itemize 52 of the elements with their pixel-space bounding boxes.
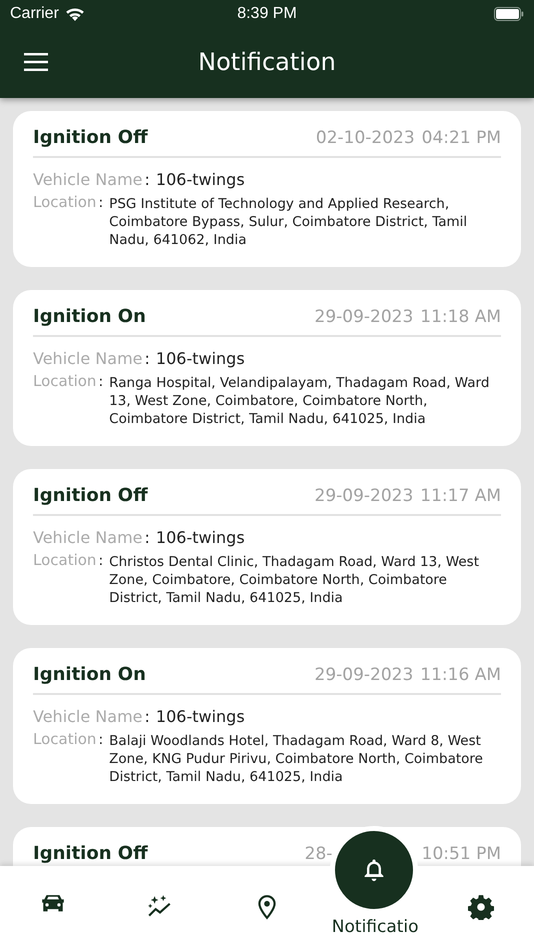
colon: : [144,707,150,726]
event-title: Ignition Off [33,843,148,864]
settings-icon [468,894,494,920]
field-label: Location [33,551,96,569]
event-title: Ignition On [33,664,146,685]
field-label: Vehicle Name [33,707,143,726]
date-text: 29-09-2023 [314,486,414,506]
event-title: Ignition Off [33,485,148,506]
menu-icon[interactable] [24,53,48,71]
field-label: Location [33,372,96,390]
field-label: Vehicle Name [33,170,143,189]
time-text: 11:18 AM [420,306,501,326]
wifi-icon [64,6,85,22]
notification-card[interactable] [13,469,521,625]
location-address: Christos Dental Clinic, Thadagam Road, Ward 13, West Zone, Coimbatore, Coimbatore North, Coimbatore District, Tamil Nadu, 641025, India [109,553,480,607]
event-title: Ignition Off [33,127,148,148]
location-address: PSG Institute of Technology and Applied Research, Coimbatore Bypass, Sulur, Coimbatore District, Tamil Nadu, 641062, India [109,195,468,249]
location-address: Balaji Woodlands Hotel, Thadagam Road, Ward 8, West Zone, KNG Pudur Pirivu, Coimbatore North, Coimbatore District, Tamil Nadu, 641025, India [109,732,484,786]
vehicle-name: 106-twings [156,528,245,547]
colon: : [144,528,150,547]
colon: : [98,374,104,390]
notification-card[interactable] [13,290,521,446]
screen-title: Notification [198,48,336,76]
date-text: 29-09-2023 [314,664,414,684]
time-text: 11:17 AM [420,486,501,506]
event-title: Ignition On [33,306,146,327]
time-text: 11:16 AM [420,664,501,684]
colon: : [144,349,150,368]
field-label: Location [33,730,96,748]
colon: : [98,553,104,569]
field-label: Location [33,193,96,211]
field-label: Vehicle Name [33,349,143,368]
colon: : [98,732,104,748]
vehicle-name: 106-twings [156,707,245,726]
battery-icon [494,7,524,21]
time-text: 04:21 PM [422,128,501,148]
carrier-label: Carrier [10,5,59,23]
time-text: 10:51 PM [422,844,501,864]
notification-card[interactable]: Ignition Off 02-10-2023 04:21 PM Vehicle Name: 106-twings Location: PSG Institute of Technology and Applied Research, Coimbatore Bypass, Sulur, Coimbatore District, Tamil Nadu, 641062, India [13,111,521,267]
vehicle-name: 106-twings [156,349,245,368]
date-text: 29-09-2023 [314,306,414,326]
date-text: 28- [304,844,334,864]
tab-button[interactable] [468,894,494,920]
date-text: 02-10-2023 [316,128,415,148]
notification-card[interactable] [13,648,521,804]
tab-label: Notificatio [332,917,418,937]
colon: : [144,170,150,189]
field-label: Vehicle Name [33,528,143,547]
vehicle-name: 106-twings [156,170,245,189]
clock: 8:39 PM [237,5,297,23]
colon: : [98,195,104,211]
location-address: Ranga Hospital, Velandipalayam, Thadagam Road, Ward 13, West Zone, Coimbatore, Coimbatore North, Coimbatore District, Tamil Nadu, 641025, India [109,374,490,428]
